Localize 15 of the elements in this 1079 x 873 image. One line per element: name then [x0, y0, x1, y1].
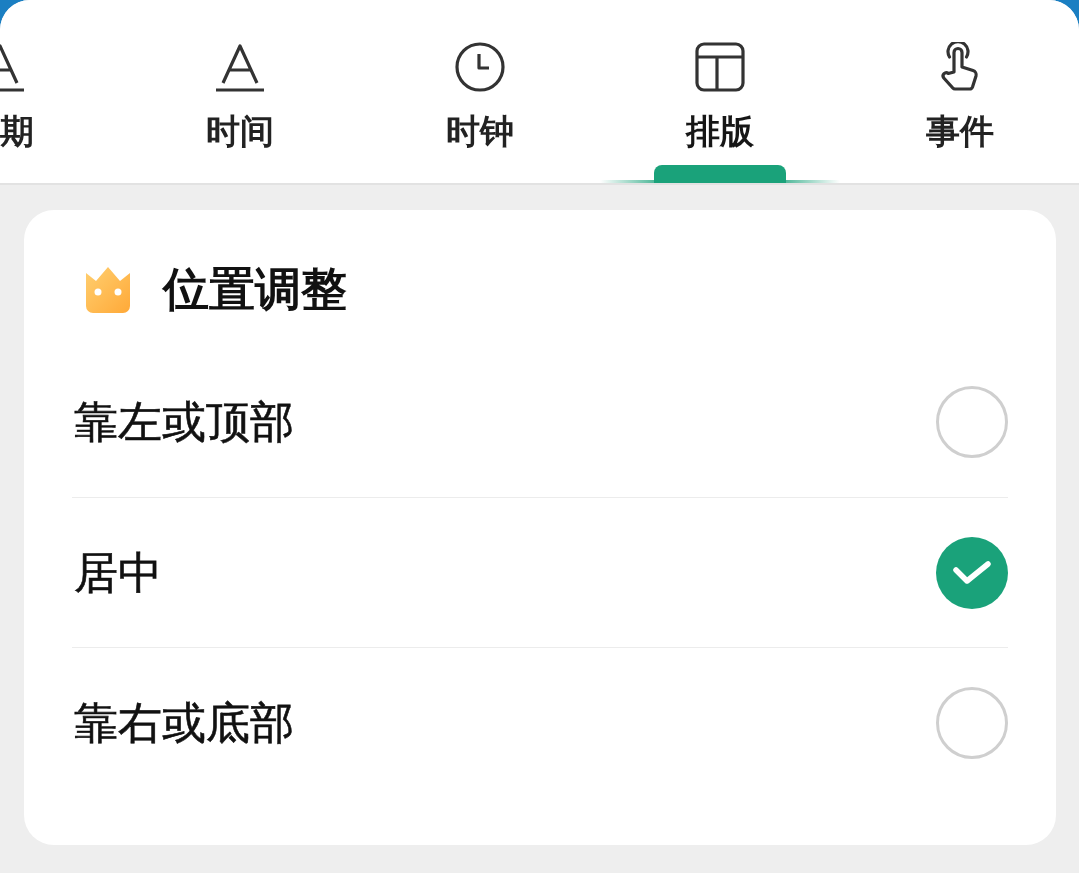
check-icon [953, 560, 991, 585]
font-icon [0, 42, 25, 92]
tab[interactable]: 时钟 [360, 0, 600, 165]
option-label: 靠右或底部 [74, 696, 294, 749]
clock-icon [455, 42, 505, 92]
section-title: 位置调整 [163, 261, 347, 317]
crown-icon [84, 265, 132, 313]
tab[interactable]: 排版 [600, 0, 840, 165]
tab[interactable]: 时间 [120, 0, 360, 165]
layout-icon [695, 42, 745, 92]
font-icon [215, 42, 265, 92]
option-label: 居中 [74, 546, 162, 599]
tab[interactable]: 期 [0, 0, 120, 165]
tab[interactable]: 事件 [840, 0, 1079, 165]
option-label: 靠左或顶部 [74, 396, 294, 448]
